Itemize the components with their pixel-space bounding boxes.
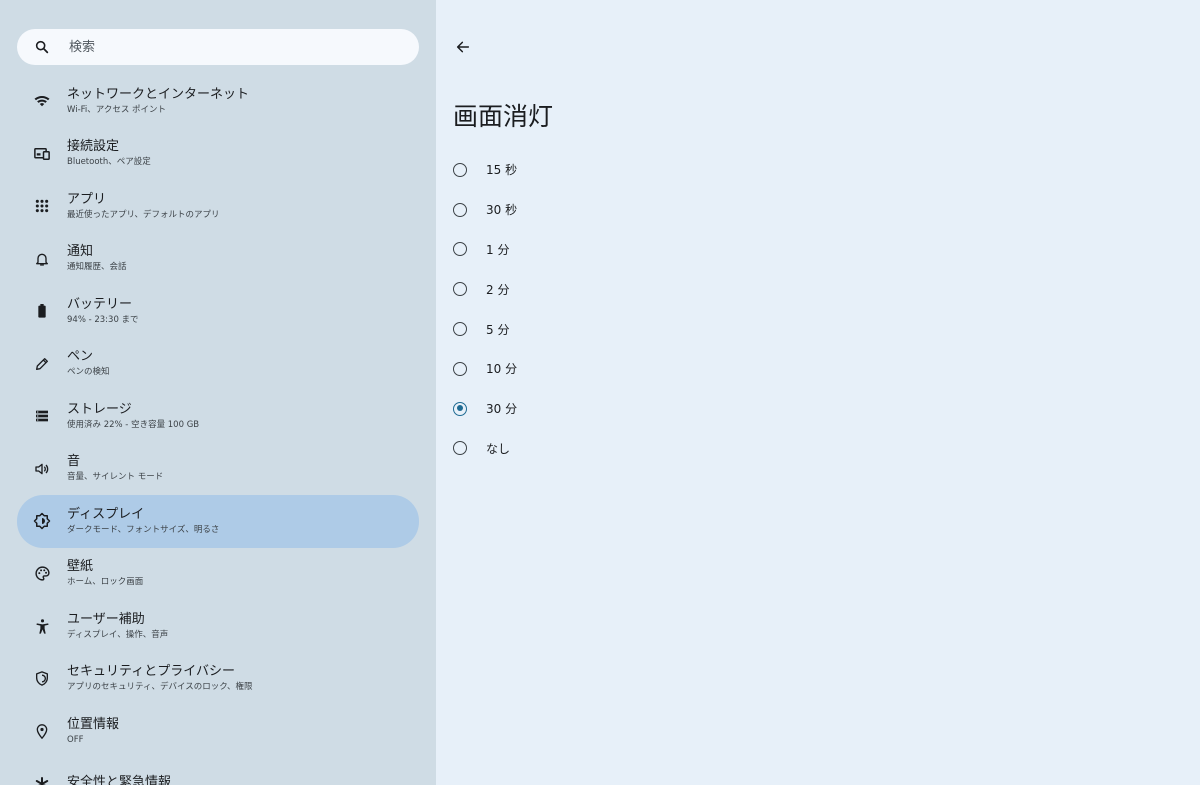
pen-icon <box>31 353 53 375</box>
menu-item-battery[interactable]: バッテリー 94% - 23:30 まで <box>17 285 419 338</box>
settings-window: ネットワークとインターネット Wi-Fi、アクセス ポイント 接続設定 Blue… <box>0 0 1200 785</box>
volume-icon <box>31 458 53 480</box>
menu-item-subtitle: Wi-Fi、アクセス ポイント <box>67 104 167 115</box>
detail-pane: 画面消灯 15 秒 30 秒 1 分 2 分 5 分 10 分 30 分 なし <box>436 0 1200 785</box>
page-title: 画面消灯 <box>453 102 554 131</box>
bell-icon <box>31 248 53 270</box>
menu-item-title: 位置情報 <box>67 716 120 732</box>
menu-item-title: ユーザー補助 <box>67 611 145 627</box>
menu-item-storage[interactable]: ストレージ 使用済み 22% - 空き容量 100 GB <box>17 390 419 443</box>
menu-item-subtitle: ダークモード、フォントサイズ、明るさ <box>67 524 220 535</box>
option-label: 30 分 <box>486 402 518 417</box>
radio-button[interactable] <box>453 162 467 177</box>
menu-item-wallpaper[interactable]: 壁紙 ホーム、ロック画面 <box>17 548 419 601</box>
option-label: 15 秒 <box>486 163 518 178</box>
wifi-icon <box>31 90 53 112</box>
menu-item-title: ペン <box>67 349 94 365</box>
menu-item-title: 壁紙 <box>67 559 94 575</box>
settings-menu: ネットワークとインターネット Wi-Fi、アクセス ポイント 接続設定 Blue… <box>17 75 419 785</box>
menu-item-subtitle: Bluetooth、ペア設定 <box>67 157 151 168</box>
option-30-sec[interactable]: 30 秒 <box>453 190 517 230</box>
option-5-min[interactable]: 5 分 <box>453 309 517 349</box>
option-label: 2 分 <box>486 282 510 297</box>
menu-item-apps[interactable]: アプリ 最近使ったアプリ、デフォルトのアプリ <box>17 180 419 233</box>
menu-item-title: 通知 <box>67 244 94 260</box>
menu-item-subtitle: 音量、サイレント モード <box>67 472 164 483</box>
option-label: なし <box>486 441 511 456</box>
timeout-options: 15 秒 30 秒 1 分 2 分 5 分 10 分 30 分 なし <box>453 150 517 468</box>
radio-button[interactable] <box>453 441 467 456</box>
settings-sidebar: ネットワークとインターネット Wi-Fi、アクセス ポイント 接続設定 Blue… <box>0 0 436 785</box>
palette-icon <box>31 563 53 585</box>
menu-item-connected-devices[interactable]: 接続設定 Bluetooth、ペア設定 <box>17 128 419 181</box>
menu-item-subtitle: OFF <box>67 734 84 745</box>
option-label: 1 分 <box>486 242 510 257</box>
menu-item-subtitle: 94% - 23:30 まで <box>67 314 139 325</box>
search-bar[interactable] <box>17 29 419 65</box>
radio-button[interactable] <box>453 202 467 217</box>
apps-grid-icon <box>31 195 53 217</box>
location-pin-icon <box>31 720 53 742</box>
radio-button[interactable] <box>453 242 467 257</box>
menu-item-title: ストレージ <box>67 401 132 417</box>
menu-item-title: 安全性と緊急情報 <box>67 775 172 785</box>
menu-item-title: ネットワークとインターネット <box>67 86 250 102</box>
option-2-min[interactable]: 2 分 <box>453 269 517 309</box>
menu-item-subtitle: 通知履歴、会話 <box>67 262 127 273</box>
menu-item-safety-emergency[interactable]: 安全性と緊急情報 <box>17 758 419 785</box>
option-1-min[interactable]: 1 分 <box>453 230 517 270</box>
storage-icon <box>31 405 53 427</box>
accessibility-icon <box>31 615 53 637</box>
asterisk-icon <box>31 773 53 785</box>
option-15-sec[interactable]: 15 秒 <box>453 150 517 190</box>
menu-item-display[interactable]: ディスプレイ ダークモード、フォントサイズ、明るさ <box>17 495 419 548</box>
menu-item-title: ディスプレイ <box>67 506 145 522</box>
menu-item-title: バッテリー <box>67 296 133 312</box>
devices-icon <box>31 143 53 165</box>
arrow-left-icon <box>455 39 471 55</box>
menu-item-title: アプリ <box>67 191 107 207</box>
menu-item-location[interactable]: 位置情報 OFF <box>17 705 419 758</box>
radio-button-selected[interactable] <box>453 401 467 416</box>
menu-item-subtitle: ホーム、ロック画面 <box>67 577 144 588</box>
menu-item-title: 音 <box>67 454 81 470</box>
option-label: 10 分 <box>486 362 518 377</box>
menu-item-subtitle: 使用済み 22% - 空き容量 100 GB <box>67 419 200 430</box>
radio-button[interactable] <box>453 282 467 297</box>
menu-item-notifications[interactable]: 通知 通知履歴、会話 <box>17 233 419 286</box>
menu-item-subtitle: ペンの検知 <box>67 367 110 378</box>
menu-item-security-privacy[interactable]: セキュリティとプライバシー アプリのセキュリティ、デバイスのロック、権限 <box>17 653 419 706</box>
menu-item-subtitle: 最近使ったアプリ、デフォルトのアプリ <box>67 209 220 220</box>
menu-item-title: セキュリティとプライバシー <box>67 664 235 680</box>
menu-item-network[interactable]: ネットワークとインターネット Wi-Fi、アクセス ポイント <box>17 75 419 128</box>
option-never[interactable]: なし <box>453 429 517 469</box>
menu-item-title: 接続設定 <box>67 139 120 155</box>
option-label: 30 秒 <box>486 203 518 218</box>
brightness-icon <box>31 510 53 532</box>
option-10-min[interactable]: 10 分 <box>453 349 517 389</box>
battery-icon <box>31 300 53 322</box>
radio-button[interactable] <box>453 322 467 337</box>
menu-item-subtitle: ディスプレイ、操作、音声 <box>67 629 169 640</box>
back-button[interactable] <box>452 36 474 58</box>
option-30-min[interactable]: 30 分 <box>453 389 517 429</box>
search-icon <box>33 38 51 56</box>
menu-item-subtitle: アプリのセキュリティ、デバイスのロック、権限 <box>67 682 253 693</box>
menu-item-accessibility[interactable]: ユーザー補助 ディスプレイ、操作、音声 <box>17 600 419 653</box>
menu-item-sound[interactable]: 音 音量、サイレント モード <box>17 443 419 496</box>
shield-icon <box>31 668 53 690</box>
menu-item-pen[interactable]: ペン ペンの検知 <box>17 338 419 391</box>
option-label: 5 分 <box>486 322 510 337</box>
search-input[interactable] <box>67 38 391 56</box>
radio-button[interactable] <box>453 361 467 376</box>
